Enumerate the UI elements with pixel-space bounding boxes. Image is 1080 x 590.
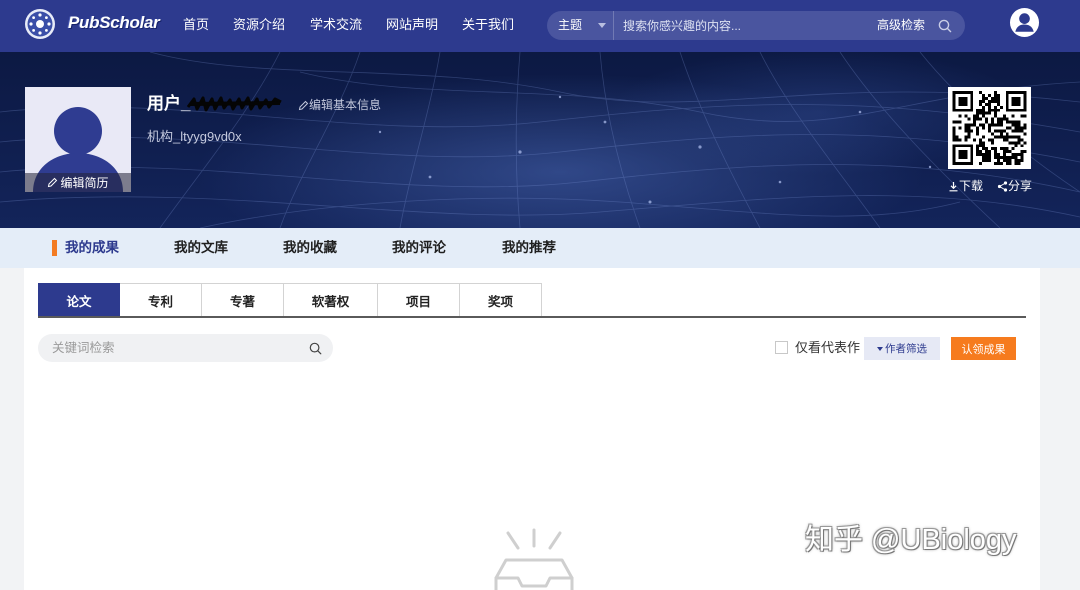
download-icon bbox=[949, 182, 958, 192]
profile-tab-bar: 我的成果 我的文库 我的收藏 我的评论 我的推荐 bbox=[0, 228, 1080, 268]
tab-my-achievements[interactable]: 我的成果 bbox=[65, 239, 119, 257]
share-label: 分享 bbox=[1008, 179, 1033, 193]
top-nav: PubScholar 首页 资源介绍 学术交流 网站声明 关于我们 主题 高级检… bbox=[0, 0, 1080, 52]
nav-item-about[interactable]: 关于我们 bbox=[462, 16, 514, 34]
edit-resume-label: 编辑简历 bbox=[60, 176, 109, 190]
search-icon[interactable] bbox=[309, 342, 322, 355]
author-filter-label: 作者筛选 bbox=[885, 343, 927, 355]
active-tab-marker bbox=[52, 240, 57, 256]
caret-down-icon bbox=[877, 346, 883, 351]
nav-item-statement[interactable]: 网站声明 bbox=[386, 16, 438, 34]
claim-achievements-label: 认领成果 bbox=[961, 343, 1006, 356]
user-institution: 机构_ltyyg9vd0x bbox=[147, 129, 242, 144]
user-avatar-icon[interactable] bbox=[1009, 7, 1040, 38]
advanced-search-link[interactable]: 高级检索 bbox=[877, 11, 925, 40]
subtab-awards[interactable]: 奖项 bbox=[460, 283, 542, 317]
subtab-monographs[interactable]: 专著 bbox=[202, 283, 284, 317]
avatar[interactable]: 编辑简历 bbox=[25, 87, 131, 192]
representative-only-label[interactable]: 仅看代表作 bbox=[795, 339, 860, 356]
download-button[interactable]: 下载 bbox=[948, 179, 983, 194]
share-button[interactable]: 分享 bbox=[997, 179, 1032, 194]
redaction-scribble bbox=[186, 96, 282, 112]
chevron-down-icon[interactable] bbox=[598, 23, 606, 28]
tab-my-comments[interactable]: 我的评论 bbox=[392, 239, 446, 257]
search-scope-select[interactable]: 主题 bbox=[558, 11, 582, 40]
subtab-underline bbox=[38, 316, 1026, 318]
claim-achievements-button[interactable]: 认领成果 bbox=[951, 337, 1016, 360]
subtab-patents[interactable]: 专利 bbox=[120, 283, 202, 317]
tab-my-library[interactable]: 我的文库 bbox=[174, 239, 228, 257]
tab-my-favorites[interactable]: 我的收藏 bbox=[283, 239, 337, 257]
achievement-type-tabs: 论文 专利 专著 软著权 项目 奖项 bbox=[38, 283, 542, 317]
representative-only-checkbox[interactable] bbox=[775, 341, 788, 354]
edit-basic-info-link[interactable]: 编辑基本信息 bbox=[298, 97, 381, 113]
search-divider bbox=[613, 11, 614, 40]
search-input[interactable] bbox=[623, 11, 863, 40]
edit-resume-button[interactable]: 编辑简历 bbox=[25, 173, 131, 192]
subtab-papers[interactable]: 论文 bbox=[38, 283, 120, 317]
qr-code-pattern bbox=[952, 91, 1027, 165]
tab-my-recommendations[interactable]: 我的推荐 bbox=[502, 239, 556, 257]
logo-text[interactable]: PubScholar bbox=[68, 13, 160, 33]
keyword-search bbox=[38, 334, 333, 362]
global-search: 主题 高级检索 bbox=[547, 11, 965, 40]
watermark: 知乎 @UBiology bbox=[805, 524, 1017, 556]
subtab-projects[interactable]: 项目 bbox=[378, 283, 460, 317]
pencil-icon bbox=[298, 100, 309, 110]
empty-tray-icon bbox=[494, 528, 574, 590]
nav-item-exchange[interactable]: 学术交流 bbox=[310, 16, 362, 34]
logo-emblem-icon[interactable] bbox=[24, 8, 56, 40]
keyword-search-input[interactable] bbox=[52, 334, 292, 362]
user-name: 用户_ bbox=[147, 94, 191, 113]
download-label: 下载 bbox=[959, 179, 984, 193]
search-icon[interactable] bbox=[938, 19, 952, 33]
nav-item-resources[interactable]: 资源介绍 bbox=[233, 16, 285, 34]
author-filter-button[interactable]: 作者筛选 bbox=[864, 337, 940, 360]
pencil-icon bbox=[48, 177, 58, 188]
edit-basic-info-label: 编辑基本信息 bbox=[309, 98, 382, 112]
nav-item-home[interactable]: 首页 bbox=[183, 16, 209, 34]
subtab-software-copyright[interactable]: 软著权 bbox=[284, 283, 378, 317]
share-icon bbox=[997, 181, 1008, 192]
profile-banner: 编辑简历 用户_ 编辑基本信息 机构_ltyyg9vd0x 下载 分享 bbox=[0, 52, 1080, 228]
qr-code bbox=[948, 87, 1031, 169]
